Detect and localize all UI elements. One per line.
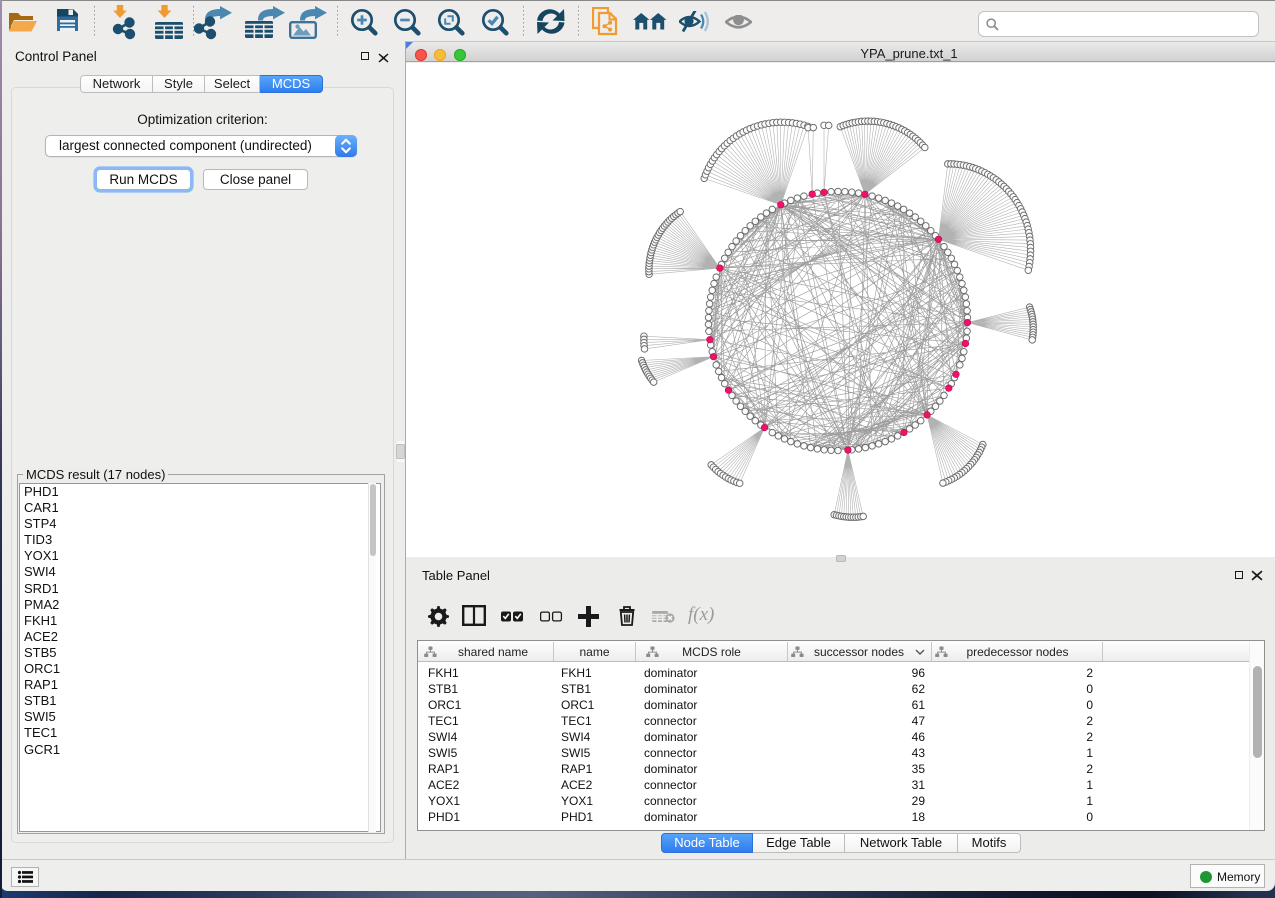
svg-text:f(x): f(x) (688, 605, 714, 625)
